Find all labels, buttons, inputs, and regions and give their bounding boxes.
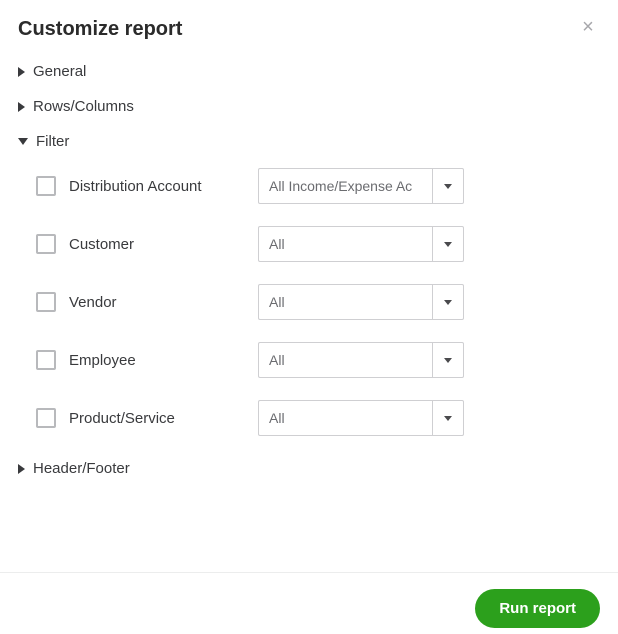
chevron-down-icon xyxy=(444,416,452,421)
select-value[interactable]: All xyxy=(258,226,432,262)
select-value[interactable]: All xyxy=(258,284,432,320)
select-employee[interactable]: All xyxy=(258,342,464,378)
chevron-down-icon xyxy=(444,300,452,305)
checkbox-vendor[interactable] xyxy=(36,292,56,312)
select-value[interactable]: All Income/Expense Ac xyxy=(258,168,432,204)
select-caret[interactable] xyxy=(432,284,464,320)
filter-row-employee: Employee All xyxy=(36,342,600,378)
select-caret[interactable] xyxy=(432,168,464,204)
caret-down-icon xyxy=(18,138,28,145)
filter-left: Product/Service xyxy=(36,408,258,428)
checkbox-distribution-account[interactable] xyxy=(36,176,56,196)
filter-label: Customer xyxy=(69,236,134,253)
panel-footer: Run report xyxy=(475,589,600,628)
select-distribution-account[interactable]: All Income/Expense Ac xyxy=(258,168,464,204)
caret-right-icon xyxy=(18,102,25,112)
footer-divider xyxy=(0,572,618,573)
section-general[interactable]: General xyxy=(18,63,600,80)
select-value[interactable]: All xyxy=(258,400,432,436)
chevron-down-icon xyxy=(444,184,452,189)
chevron-down-icon xyxy=(444,242,452,247)
close-icon[interactable]: × xyxy=(578,18,598,38)
filter-left: Customer xyxy=(36,234,258,254)
filter-label: Vendor xyxy=(69,294,117,311)
caret-right-icon xyxy=(18,464,25,474)
run-report-button[interactable]: Run report xyxy=(475,589,600,628)
filter-label: Employee xyxy=(69,352,136,369)
select-caret[interactable] xyxy=(432,400,464,436)
select-customer[interactable]: All xyxy=(258,226,464,262)
section-label: Rows/Columns xyxy=(33,98,134,115)
checkbox-employee[interactable] xyxy=(36,350,56,370)
caret-right-icon xyxy=(18,67,25,77)
filter-row-customer: Customer All xyxy=(36,226,600,262)
filter-row-distribution-account: Distribution Account All Income/Expense … xyxy=(36,168,600,204)
filter-row-vendor: Vendor All xyxy=(36,284,600,320)
select-value[interactable]: All xyxy=(258,342,432,378)
checkbox-product-service[interactable] xyxy=(36,408,56,428)
panel-title: Customize report xyxy=(18,18,600,41)
filter-left: Vendor xyxy=(36,292,258,312)
filter-label: Distribution Account xyxy=(69,178,202,195)
checkbox-customer[interactable] xyxy=(36,234,56,254)
section-rows-columns[interactable]: Rows/Columns xyxy=(18,98,600,115)
customize-report-panel: Customize report × General Rows/Columns … xyxy=(0,0,618,477)
panel-header: Customize report × xyxy=(18,18,600,41)
select-caret[interactable] xyxy=(432,226,464,262)
filter-left: Employee xyxy=(36,350,258,370)
select-product-service[interactable]: All xyxy=(258,400,464,436)
filter-list: Distribution Account All Income/Expense … xyxy=(18,168,600,436)
section-header-footer[interactable]: Header/Footer xyxy=(18,460,600,477)
section-label: Filter xyxy=(36,133,69,150)
section-filter[interactable]: Filter xyxy=(18,133,600,150)
chevron-down-icon xyxy=(444,358,452,363)
filter-label: Product/Service xyxy=(69,410,175,427)
select-caret[interactable] xyxy=(432,342,464,378)
select-vendor[interactable]: All xyxy=(258,284,464,320)
section-label: General xyxy=(33,63,86,80)
section-label: Header/Footer xyxy=(33,460,130,477)
filter-row-product-service: Product/Service All xyxy=(36,400,600,436)
filter-left: Distribution Account xyxy=(36,176,258,196)
